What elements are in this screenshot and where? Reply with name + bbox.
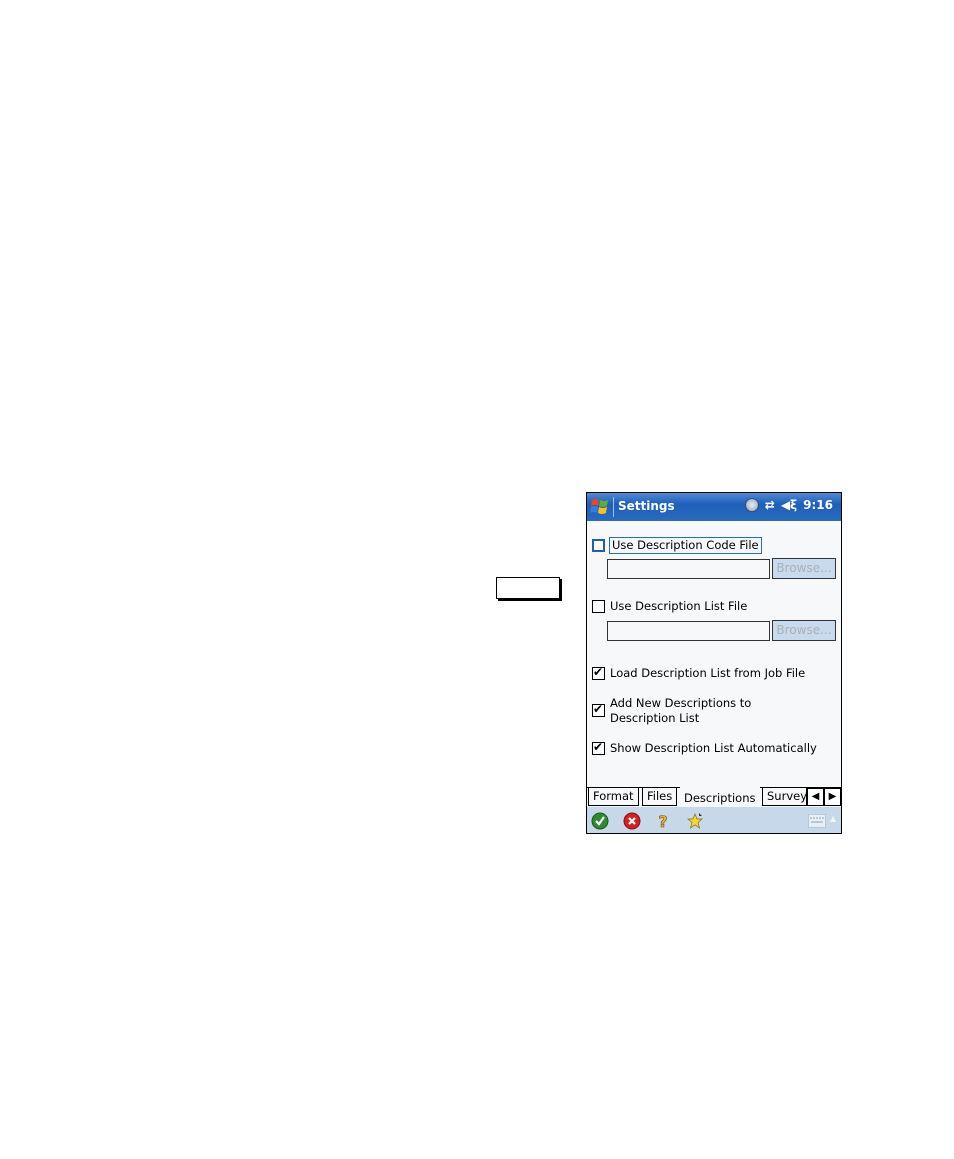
list-file-browse-button[interactable]: Browse... <box>772 620 836 641</box>
ok-icon[interactable] <box>591 812 609 830</box>
help-icon[interactable]: ? <box>654 812 672 830</box>
tab-scroll-left-button[interactable]: ◀ <box>807 788 824 806</box>
code-file-browse-button[interactable]: Browse... <box>772 558 836 579</box>
add-new-line1: Add New Descriptions to <box>610 696 752 710</box>
tab-descriptions[interactable]: Descriptions <box>680 787 760 807</box>
title-bar: Settings ⇄ ◀ξ 9:16 <box>587 493 841 521</box>
show-automatically-label[interactable]: Show Description List Automatically <box>610 741 817 756</box>
speaker-muted-icon[interactable]: ◀ξ <box>781 498 797 512</box>
tab-strip: Format Files Descriptions Survey ◀ ▶ <box>587 787 841 808</box>
svg-text:?: ? <box>658 812 667 830</box>
sync-arrows-icon[interactable]: ⇄ <box>765 498 775 512</box>
add-new-descriptions-checkbox[interactable] <box>592 702 605 717</box>
command-bar: ? ▲ <box>587 807 841 833</box>
tab-files[interactable]: Files <box>642 788 678 806</box>
add-new-descriptions-option[interactable]: Add New Descriptions to Description List <box>592 696 751 726</box>
tab-scroll-right-button[interactable]: ▶ <box>824 788 841 806</box>
add-new-descriptions-label[interactable]: Add New Descriptions to Description List <box>610 696 751 726</box>
pocketpc-window: Settings ⇄ ◀ξ 9:16 Use Description Code … <box>586 492 842 834</box>
load-from-job-checkbox[interactable] <box>592 665 605 680</box>
windows-start-icon[interactable] <box>589 496 611 518</box>
add-new-line2: Description List <box>610 711 700 725</box>
cancel-icon[interactable] <box>623 812 641 830</box>
load-from-job-label[interactable]: Load Description List from Job File <box>610 666 805 681</box>
clock[interactable]: 9:16 <box>803 498 833 512</box>
keyboard-icon[interactable] <box>808 814 826 828</box>
callout-box <box>496 577 560 599</box>
title-separator <box>613 497 614 517</box>
descriptions-page: Use Description Code File Browse... Use … <box>587 521 841 787</box>
show-automatically-option[interactable]: Show Description List Automatically <box>592 740 817 756</box>
list-file-path-input[interactable] <box>607 621 770 641</box>
connectivity-icon[interactable] <box>744 498 759 512</box>
use-code-file-label[interactable]: Use Description Code File <box>609 537 762 554</box>
tab-survey[interactable]: Survey <box>762 788 807 806</box>
use-code-file-option[interactable]: Use Description Code File <box>592 537 762 554</box>
load-from-job-option[interactable]: Load Description List from Job File <box>592 665 805 681</box>
use-list-file-checkbox[interactable] <box>592 600 605 613</box>
code-file-path-input[interactable] <box>607 559 770 579</box>
use-list-file-option[interactable]: Use Description List File <box>592 599 747 614</box>
use-code-file-checkbox[interactable] <box>592 539 605 552</box>
favorites-icon[interactable] <box>686 812 704 830</box>
app-title: Settings <box>618 499 675 513</box>
show-automatically-checkbox[interactable] <box>592 740 605 755</box>
tab-format[interactable]: Format <box>588 788 639 806</box>
use-list-file-label[interactable]: Use Description List File <box>610 599 747 614</box>
sip-arrow-icon[interactable]: ▲ <box>830 814 836 823</box>
